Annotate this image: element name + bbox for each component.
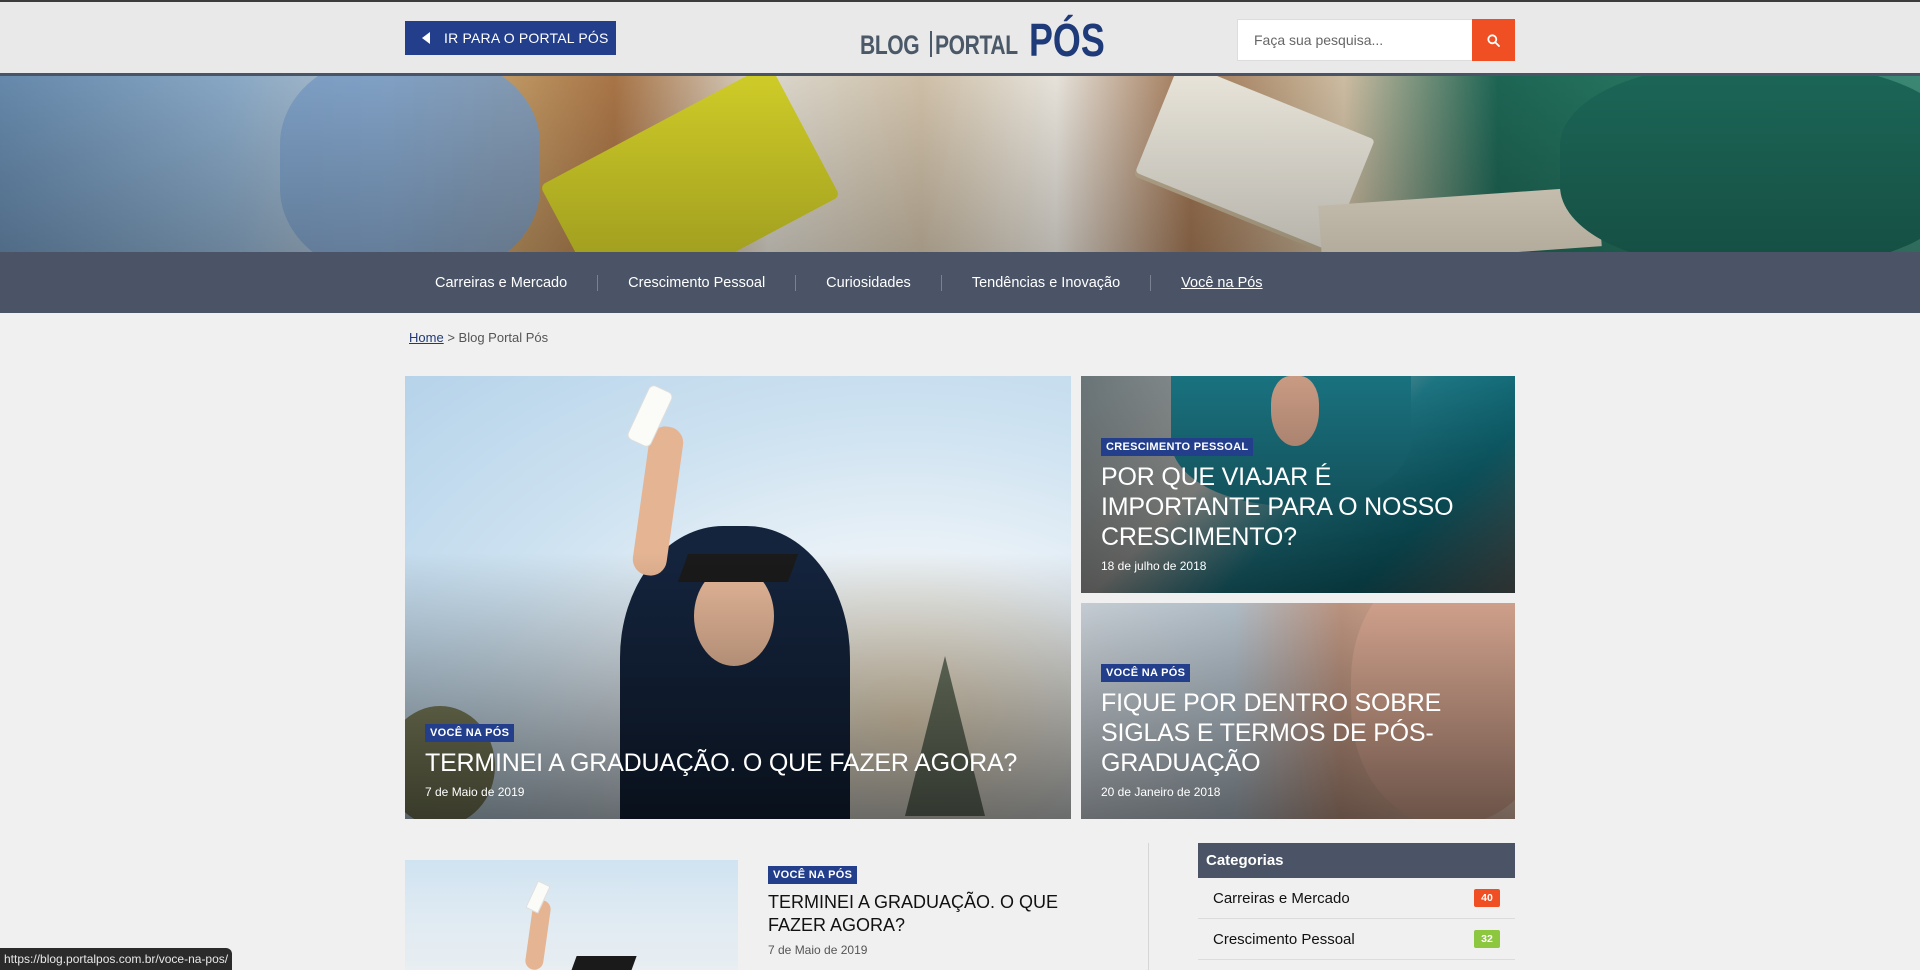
portal-button-label: IR PARA O PORTAL PÓS <box>444 30 609 46</box>
sidebar-category-crescimento[interactable]: Crescimento Pessoal 32 <box>1198 919 1515 960</box>
nav-item-curiosidades[interactable]: Curiosidades <box>795 274 941 291</box>
category-nav: Carreiras e Mercado Crescimento Pessoal … <box>0 252 1920 313</box>
portal-button[interactable]: IR PARA O PORTAL PÓS <box>405 21 616 55</box>
featured-side-1-date: 18 de julho de 2018 <box>1101 559 1207 573</box>
post-title[interactable]: TERMINEI A GRADUAÇÃO. O QUE FAZER AGORA? <box>768 891 1088 937</box>
top-bar: IR PARA O PORTAL PÓS BLOG PORTAL PÓS <box>0 0 1920 76</box>
featured-main-card[interactable]: VOCÊ NA PÓS TERMINEI A GRADUAÇÃO. O QUE … <box>405 376 1071 819</box>
featured-side-1-title[interactable]: POR QUE VIAJAR É IMPORTANTE PARA O NOSSO… <box>1101 462 1495 552</box>
featured-side-card-1[interactable]: CRESCIMENTO PESSOAL POR QUE VIAJAR É IMP… <box>1081 376 1515 593</box>
search-button[interactable] <box>1472 19 1515 61</box>
featured-side-1-text: CRESCIMENTO PESSOAL POR QUE VIAJAR É IMP… <box>1101 437 1495 573</box>
category-badge[interactable]: CRESCIMENTO PESSOAL <box>1101 438 1254 456</box>
logo-text-portal: PORTAL <box>935 30 1018 60</box>
column-divider <box>1148 843 1149 970</box>
breadcrumb-separator: > <box>447 330 455 345</box>
breadcrumb-current: Blog Portal Pós <box>458 330 549 345</box>
nav-item-tendencias[interactable]: Tendências e Inovação <box>940 274 1150 291</box>
category-badge[interactable]: VOCÊ NA PÓS <box>1101 664 1191 682</box>
nav-item-carreiras[interactable]: Carreiras e Mercado <box>405 275 597 291</box>
featured-main-title[interactable]: TERMINEI A GRADUAÇÃO. O QUE FAZER AGORA? <box>425 748 1051 778</box>
post-thumbnail[interactable] <box>405 860 738 970</box>
featured-side-2-text: VOCÊ NA PÓS FIQUE POR DENTRO SOBRE SIGLA… <box>1101 663 1495 799</box>
category-badge[interactable]: VOCÊ NA PÓS <box>425 724 515 742</box>
featured-side-2-date: 20 de Janeiro de 2018 <box>1101 785 1221 799</box>
sidebar-title: Categorias <box>1198 843 1515 878</box>
featured-side-2-title[interactable]: FIQUE POR DENTRO SOBRE SIGLAS E TERMOS D… <box>1101 688 1495 778</box>
logo-text-blog: BLOG <box>860 30 920 60</box>
sidebar-category-carreiras[interactable]: Carreiras e Mercado 40 <box>1198 878 1515 919</box>
categories-sidebar: Categorias Carreiras e Mercado 40 Cresci… <box>1198 843 1515 960</box>
hero-banner <box>0 76 1920 252</box>
featured-side-card-2[interactable]: VOCÊ NA PÓS FIQUE POR DENTRO SOBRE SIGLA… <box>1081 603 1515 819</box>
category-name: Crescimento Pessoal <box>1213 930 1355 948</box>
post-date: 7 de Maio de 2019 <box>768 943 868 957</box>
nav-item-voce-na-pos[interactable]: Você na Pós <box>1150 274 1292 291</box>
search-icon <box>1487 33 1500 47</box>
category-nav-items: Carreiras e Mercado Crescimento Pessoal … <box>405 252 1293 313</box>
banner-overlay <box>0 76 1920 252</box>
logo-separator <box>930 31 932 57</box>
search-input[interactable] <box>1237 19 1472 61</box>
photo-cap-shape <box>569 956 637 970</box>
featured-main-date: 7 de Maio de 2019 <box>425 785 525 799</box>
browser-status-url: https://blog.portalpos.com.br/voce-na-po… <box>0 948 233 970</box>
nav-item-crescimento[interactable]: Crescimento Pessoal <box>597 274 795 291</box>
blog-logo[interactable]: BLOG PORTAL PÓS <box>860 12 1126 66</box>
logo-text-pos: PÓS <box>1029 14 1105 66</box>
caret-left-icon <box>422 32 430 44</box>
post-info: VOCÊ NA PÓS TERMINEI A GRADUAÇÃO. O QUE … <box>768 865 1088 957</box>
featured-main-text: VOCÊ NA PÓS TERMINEI A GRADUAÇÃO. O QUE … <box>425 723 1051 799</box>
breadcrumb: Home > Blog Portal Pós <box>409 330 548 345</box>
breadcrumb-home-link[interactable]: Home <box>409 330 444 345</box>
category-count-badge: 32 <box>1474 930 1500 948</box>
search-bar <box>1237 19 1515 61</box>
category-name: Carreiras e Mercado <box>1213 889 1350 907</box>
category-badge[interactable]: VOCÊ NA PÓS <box>768 866 858 884</box>
category-count-badge: 40 <box>1474 889 1500 907</box>
